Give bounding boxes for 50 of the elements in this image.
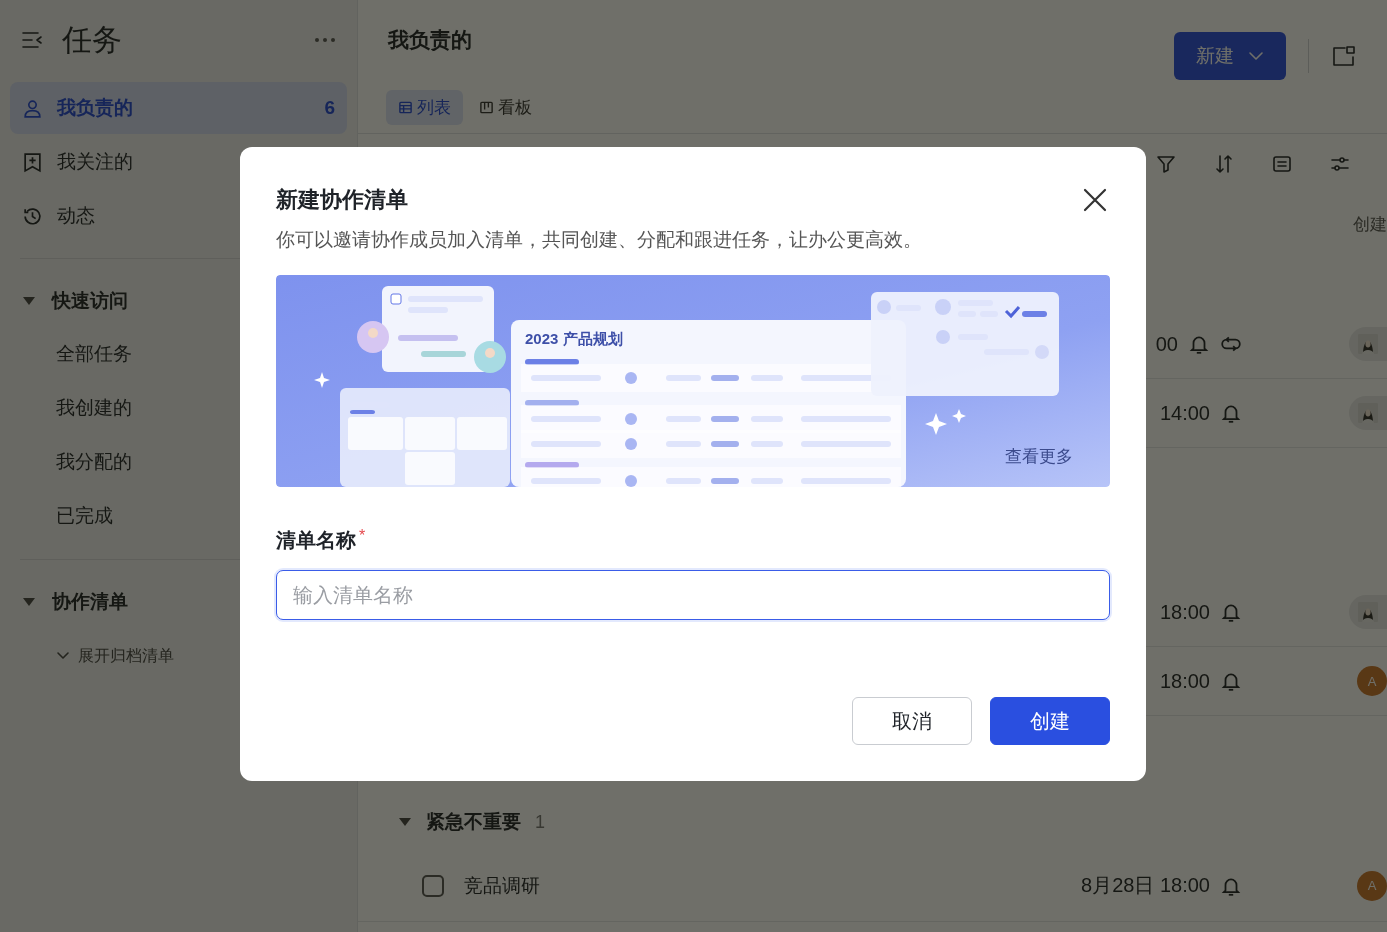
avatar: A	[1357, 666, 1387, 696]
page-title: 我负责的	[388, 27, 472, 53]
view-tab[interactable]: 看板	[467, 90, 544, 125]
avatar	[1349, 595, 1387, 629]
list-icon	[398, 100, 413, 115]
close-icon[interactable]	[1082, 187, 1108, 213]
due-date: 18:00	[1159, 669, 1210, 693]
dialog-description: 你可以邀请协作成员加入清单，共同创建、分配和跟进任务，让办公更高效。	[276, 228, 923, 252]
dialog-title: 新建协作清单	[276, 186, 408, 214]
sidebar-title: 任务	[62, 21, 123, 58]
avatar	[1349, 396, 1387, 430]
nav-item[interactable]: 我负责的 6	[10, 82, 347, 134]
chevron-icon	[56, 651, 70, 661]
more-icon[interactable]	[313, 37, 337, 43]
view-tab[interactable]: 列表	[386, 90, 463, 125]
group-title[interactable]: 紧急不重要	[426, 809, 521, 835]
field-label: 清单名称	[276, 529, 356, 551]
archive-toggle[interactable]: 展开归档清单	[10, 628, 347, 684]
expand-triangle-icon[interactable]	[398, 817, 412, 827]
nav-item[interactable]: 我关注的	[10, 136, 347, 188]
see-more-link[interactable]: 查看更多	[1005, 447, 1073, 466]
expand-triangle-icon[interactable]	[22, 597, 36, 607]
required-mark: *	[359, 527, 366, 544]
history-icon	[22, 205, 43, 227]
card-title: 2023 产品规划	[525, 330, 623, 347]
list-view-icon[interactable]	[1271, 153, 1293, 175]
task-checkbox[interactable]	[422, 874, 444, 897]
sort-icon[interactable]	[1213, 153, 1235, 175]
due-date: 8月28日 18:00	[1081, 873, 1210, 898]
filter-icon[interactable]	[1155, 153, 1177, 175]
due-date: 18:00	[1159, 600, 1210, 624]
board-icon	[479, 100, 494, 115]
chevron-icon	[1248, 51, 1264, 61]
banner[interactable]: 2023 产品规划 查看更多	[276, 275, 1110, 487]
section-header[interactable]: 快速访问	[52, 288, 128, 314]
expand-triangle-icon[interactable]	[22, 296, 36, 306]
bookmark-icon	[22, 151, 43, 173]
popout-icon[interactable]	[1331, 44, 1357, 68]
section-header[interactable]: 协作清单	[52, 589, 128, 615]
create-button[interactable]: 创建	[990, 697, 1110, 745]
due-date: 14:00	[1159, 401, 1210, 425]
task-title[interactable]: 竞品调研	[464, 872, 540, 899]
person-icon	[22, 97, 43, 119]
list-name-field[interactable]: 输入清单名称	[276, 570, 1110, 620]
new-button[interactable]: 新建	[1174, 32, 1286, 80]
avatar: A	[1357, 870, 1387, 901]
cancel-button[interactable]: 取消	[852, 697, 972, 745]
due-date: 00	[1155, 332, 1178, 356]
column-header: 创建	[1353, 213, 1387, 236]
avatar	[1349, 327, 1387, 361]
